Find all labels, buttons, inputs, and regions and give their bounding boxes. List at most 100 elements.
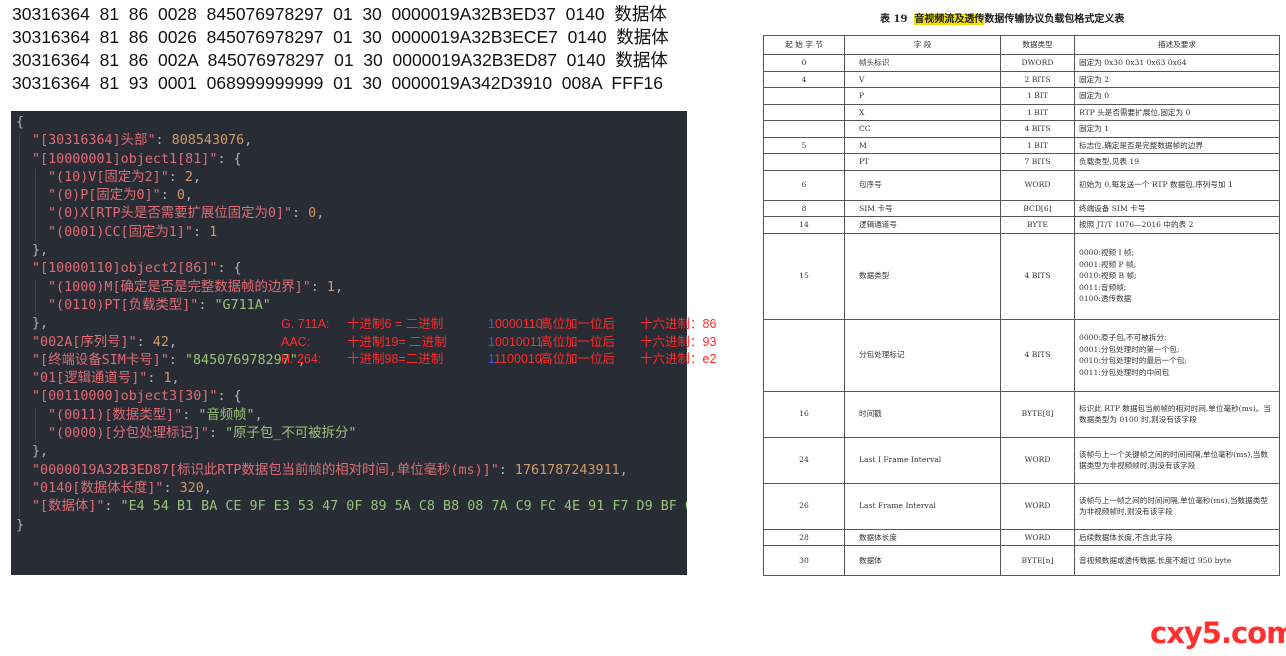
json-punct: { xyxy=(16,115,25,130)
json-key: "(0000)[分包处理标记]" xyxy=(48,426,209,442)
json-punct: : xyxy=(104,499,121,515)
cell-field: 包序号 xyxy=(844,169,1001,201)
cell-data-type: BYTE xyxy=(1000,216,1075,234)
code-line: "(0)P[固定为0]": 0, xyxy=(11,187,687,206)
json-key: "0000019A32B3ED87[标识此RTP数据包当前帧的相对时间,单位毫秒… xyxy=(32,462,499,478)
cell-start-byte: 26 xyxy=(763,482,845,530)
json-key: "(1000)M[确定是否是完整数据帧的边界]" xyxy=(48,279,311,295)
cell-start-byte xyxy=(763,103,845,121)
indent-guide xyxy=(35,406,36,426)
indent-guide xyxy=(19,278,20,297)
hex-line: 30316364 81 93 0001 068999999999 01 30 0… xyxy=(12,73,663,93)
cell-data-type: 1 BIT xyxy=(1000,136,1075,154)
json-value: 42 xyxy=(152,334,169,350)
indent-guide xyxy=(19,461,20,480)
json-punct: : { xyxy=(217,389,242,405)
cell-field: 时间戳 xyxy=(844,390,1001,438)
code-line: "[00110000]object3[30]": { xyxy=(11,388,687,407)
json-value: 808543076 xyxy=(171,133,245,149)
json-punct: : xyxy=(182,407,199,423)
json-punct: : { xyxy=(217,261,242,277)
table-header-row: 起 始 字 节 字 段 数据类型 描述及要求 xyxy=(763,35,1280,55)
json-punct: : xyxy=(198,297,215,313)
cell-field: 数据类型 xyxy=(844,232,1001,320)
json-key: "0140[数据体长度]" xyxy=(32,480,164,496)
cell-field: P xyxy=(844,87,1001,105)
json-punct: , xyxy=(171,371,180,387)
indent-guide xyxy=(19,388,20,407)
cell-data-type: BYTE[n] xyxy=(1000,545,1075,576)
cell-description: 该帧与上一个关键帧之间的时间间隔,单位毫秒(ms),当数据类型为非视频帧时,则没… xyxy=(1074,436,1280,484)
cell-data-type: WORD xyxy=(1000,482,1075,530)
indent-guide xyxy=(19,187,20,206)
cell-field: 帧头标识 xyxy=(844,54,1001,72)
indent-guide xyxy=(19,370,20,389)
cell-field: Last Frame Interval xyxy=(844,482,1001,530)
cell-start-byte xyxy=(763,120,845,138)
high-bit: 1 xyxy=(488,334,495,349)
cell-start-byte xyxy=(763,318,845,392)
cell-field: 数据体 xyxy=(844,545,1001,576)
decimal-to-binary: 十进制6 = 二进制 xyxy=(347,317,444,331)
code-line: { xyxy=(11,114,687,132)
decimal-to-binary: 十进制19= 二进制 xyxy=(347,334,447,349)
code-line: } xyxy=(11,517,687,535)
indent-guide xyxy=(19,425,20,444)
json-punct: , xyxy=(203,480,212,496)
code-line: "(0001)CC[固定为1]": 1 xyxy=(11,223,687,243)
table-row: PT 7 BITS 负载类型,见表 19 xyxy=(763,153,1280,171)
codec-name: AAC: xyxy=(281,334,311,349)
json-key: "(0)X[RTP头是否需要扩展位固定为0]" xyxy=(48,206,293,222)
json-key: "[10000110]object2[86]" xyxy=(32,261,218,277)
decimal-to-binary: 十进制98=二进制 xyxy=(347,352,444,366)
cell-description: 标志位,确定是否是完整数据帧的边界 xyxy=(1074,136,1280,154)
cell-data-type: 1 BIT xyxy=(1000,87,1075,105)
table-row: 16 时间戳 BYTE[8] 标识此 RTP 数据包当前帧的相对时间,单位毫秒(ms)… xyxy=(763,390,1280,438)
cell-start-byte: 4 xyxy=(763,70,845,88)
cell-description: 终端设备 SIM 卡号 xyxy=(1074,199,1280,217)
cell-field: 数据体长度 xyxy=(844,528,1001,546)
indent-guide xyxy=(19,132,20,151)
code-line: "[10000001]object1[81]": { xyxy=(11,150,687,169)
codec-name: G. 711A: xyxy=(281,317,330,331)
code-line: "0000019A32B3ED87[标识此RTP数据包当前帧的相对时间,单位毫秒… xyxy=(11,461,687,480)
json-value: 1761787243911 xyxy=(514,462,620,478)
code-line: "(0000)[分包处理标记]": "原子包_不可被拆分" xyxy=(11,425,687,444)
table-row: 26 Last Frame Interval WORD 该帧与上一帧之间的时间间隔,单… xyxy=(763,482,1280,530)
cell-data-type: 7 BITS xyxy=(1000,153,1075,171)
indent-guide xyxy=(19,260,20,279)
hex-line: 30316364 81 86 002A 845076978297 01 30 0… xyxy=(12,50,668,70)
json-punct: : xyxy=(168,352,185,368)
cell-data-type: WORD xyxy=(1000,528,1075,546)
json-key: "[30316364]头部" xyxy=(32,133,156,149)
json-punct: }, xyxy=(32,243,49,259)
json-value: 1 xyxy=(209,224,218,240)
json-punct: , xyxy=(334,279,344,295)
cell-data-type: 4 BITS xyxy=(1000,232,1075,320)
json-value: "原子包_不可被拆分" xyxy=(225,426,357,442)
json-value: 2 xyxy=(184,169,193,185)
json-punct: , xyxy=(168,334,177,350)
cell-field: Last I Frame Interval xyxy=(844,436,1001,484)
code-line: "(0110)PT[负载类型]": "G711A" xyxy=(11,296,687,316)
indent-guide xyxy=(35,168,36,188)
cell-description: 初始为 0,每发送一个 RTP 数据包,序列号加 1 xyxy=(1074,169,1280,201)
indent-guide xyxy=(19,351,20,371)
json-value: "G711A" xyxy=(214,297,271,313)
cell-start-byte: 8 xyxy=(763,199,845,217)
indent-guide xyxy=(35,296,36,316)
cell-field: 分包处理标记 xyxy=(844,318,1001,392)
table-row: 15 数据类型 4 BITS 0000:视频 I 帧; 0001:视频 P 帧; 00… xyxy=(763,232,1280,320)
cell-description: 后续数据体长度,不含此字段 xyxy=(1074,528,1280,546)
cell-description: 音视频数据或透传数据,长度不超过 950 byte xyxy=(1074,545,1280,576)
cell-data-type: 2 BITS xyxy=(1000,70,1075,88)
cell-field: SIM 卡号 xyxy=(844,199,1001,217)
hex-value: 十六进制：86 xyxy=(640,317,717,331)
protocol-table: 起 始 字 节 字 段 数据类型 描述及要求 0 帧头标识 DWORD 固定为 0x3… xyxy=(763,35,1280,576)
code-line: }, xyxy=(11,443,687,462)
cell-start-byte xyxy=(763,153,845,171)
cell-start-byte: 0 xyxy=(763,54,845,72)
cell-data-type: 4 BITS xyxy=(1000,120,1075,138)
json-punct: , xyxy=(316,206,325,222)
json-key: "[00110000]object3[30]" xyxy=(32,389,218,405)
